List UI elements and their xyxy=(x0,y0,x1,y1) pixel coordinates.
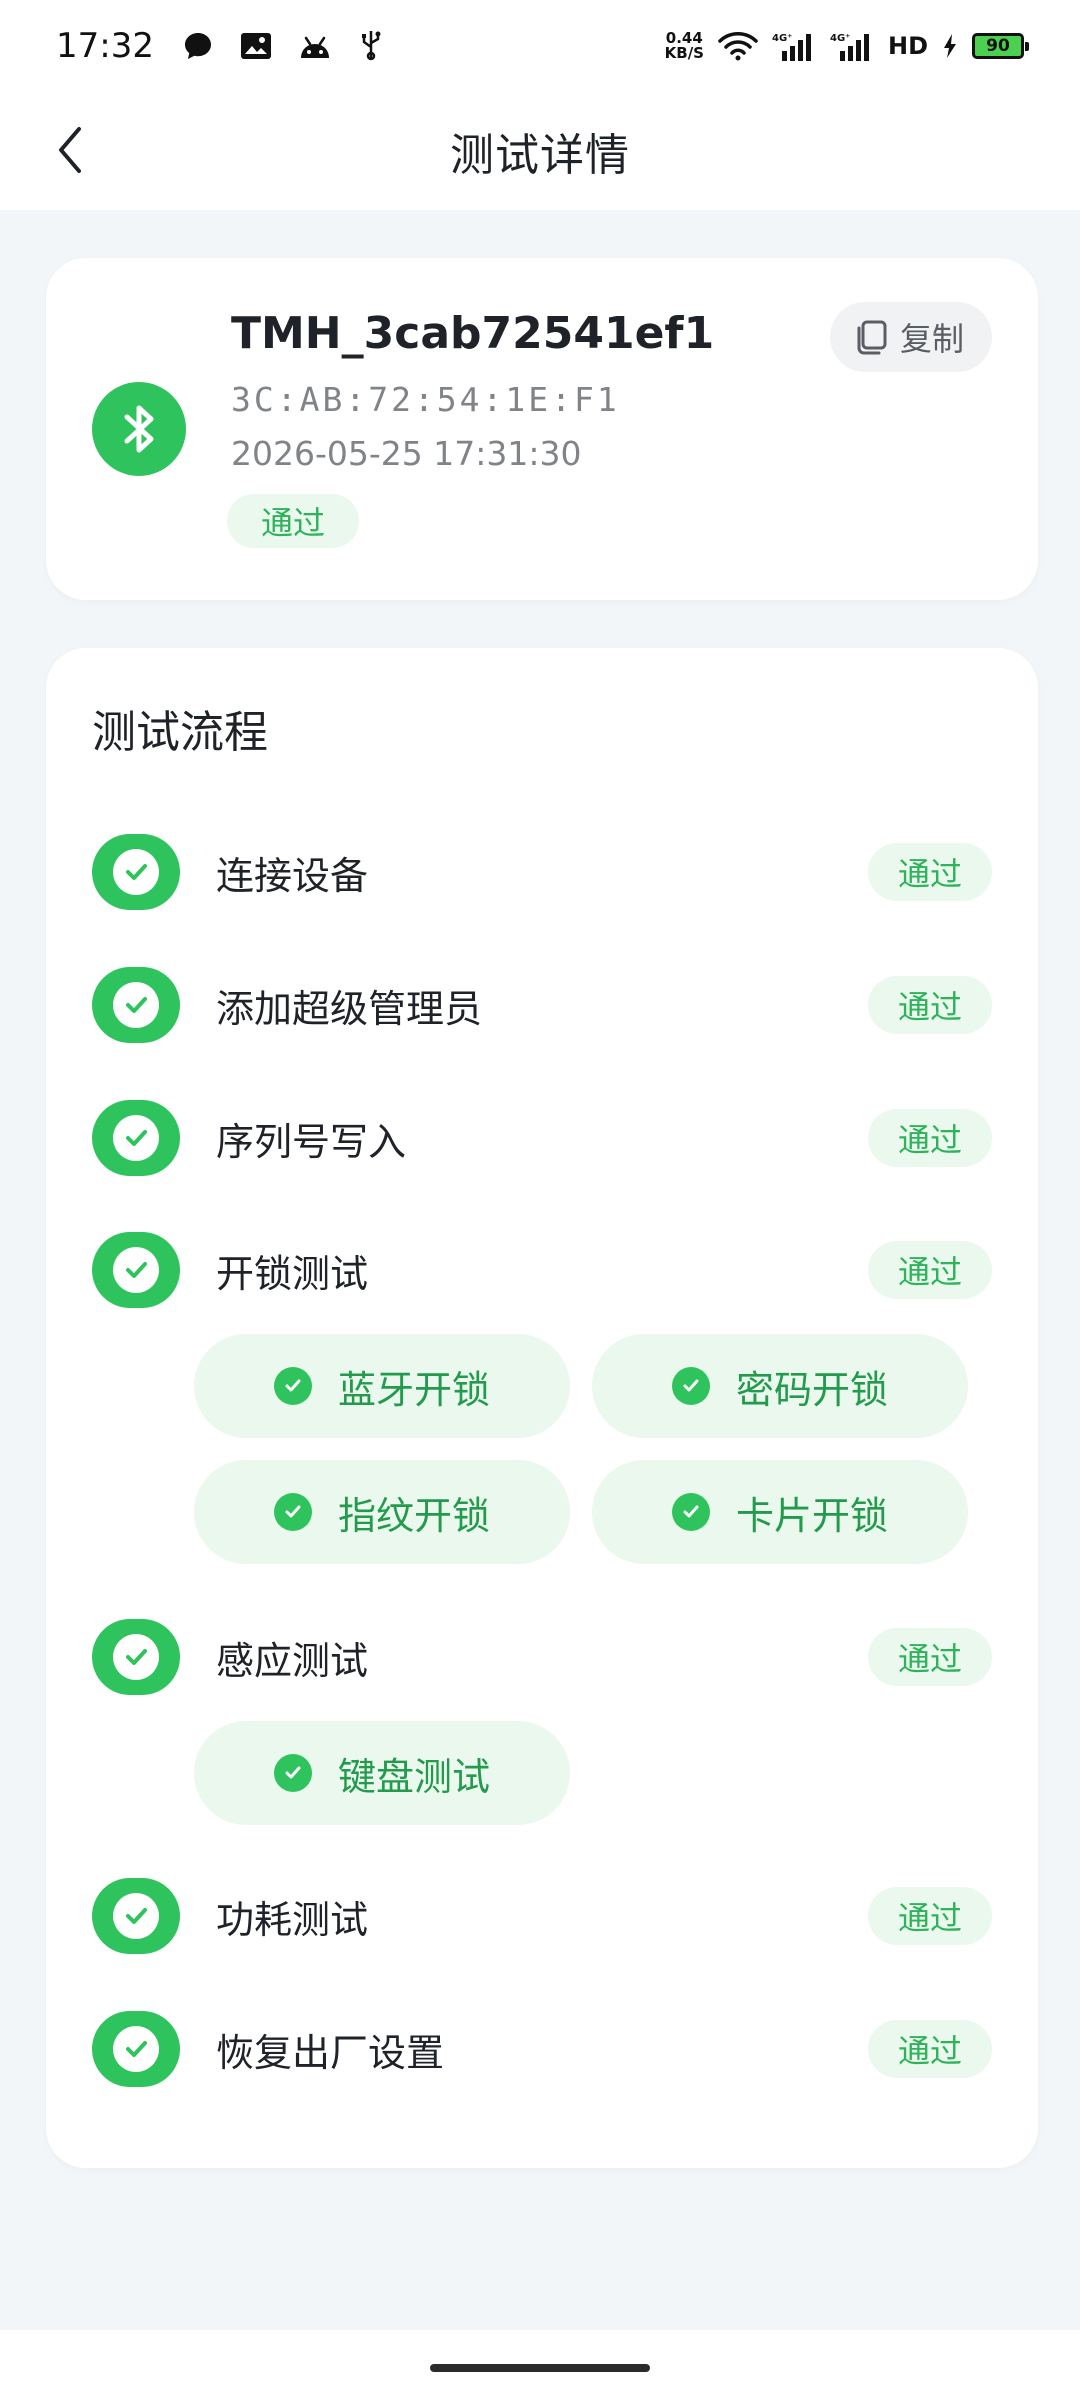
check-circle-icon xyxy=(671,1367,710,1405)
copy-label: 复制 xyxy=(899,320,964,358)
step-row: 功耗测试 通过 xyxy=(92,1876,992,1956)
step-status-badge: 通过 xyxy=(867,976,992,1034)
bluetooth-badge xyxy=(92,382,186,476)
device-mac: 3C:AB:72:54:1E:F1 xyxy=(231,380,620,419)
signal-icon: 4G⁺ xyxy=(772,33,811,61)
check-circle-icon xyxy=(92,1232,180,1308)
step-label: 功耗测试 xyxy=(216,1897,369,1942)
usb-icon xyxy=(361,31,381,61)
check-circle-icon xyxy=(273,1367,312,1405)
svg-text:4G⁺: 4G⁺ xyxy=(830,33,850,44)
android-icon xyxy=(300,36,329,58)
step-status-badge: 通过 xyxy=(867,1887,992,1945)
subtest-chip: 卡片开锁 xyxy=(592,1460,968,1564)
wifi-icon xyxy=(718,32,758,61)
hd-indicator: HD xyxy=(887,32,928,60)
device-timestamp: 2026-05-25 17:31:30 xyxy=(231,434,582,473)
step-row: 恢复出厂设置 通过 xyxy=(92,2009,992,2089)
step-label: 恢复出厂设置 xyxy=(216,2030,445,2075)
step-status-badge: 通过 xyxy=(867,2020,992,2078)
check-circle-icon xyxy=(671,1493,710,1531)
subtest-label: 键盘测试 xyxy=(337,1754,490,1799)
flow-title: 测试流程 xyxy=(92,707,268,758)
back-button[interactable] xyxy=(40,120,100,180)
chevron-left-icon xyxy=(59,127,81,173)
step-row: 开锁测试 通过 xyxy=(92,1230,992,1310)
subtest-chip: 密码开锁 xyxy=(592,1334,968,1438)
home-indicator[interactable] xyxy=(430,2364,650,2372)
subtest-label: 蓝牙开锁 xyxy=(337,1367,490,1412)
step-row: 添加超级管理员 通过 xyxy=(92,965,992,1045)
subtest-label: 指纹开锁 xyxy=(337,1493,490,1538)
subtest-chip: 键盘测试 xyxy=(194,1721,570,1825)
svg-text:4G⁺: 4G⁺ xyxy=(772,33,792,44)
subtest-chip: 蓝牙开锁 xyxy=(194,1334,570,1438)
check-circle-icon xyxy=(92,1100,180,1176)
step-label: 连接设备 xyxy=(216,853,369,898)
check-circle-icon xyxy=(273,1493,312,1531)
chat-bubble-icon xyxy=(184,33,211,59)
check-circle-icon xyxy=(92,967,180,1043)
step-label: 开锁测试 xyxy=(216,1251,369,1296)
subtest-chip: 指纹开锁 xyxy=(194,1460,570,1564)
status-notification-icons xyxy=(182,29,384,63)
step-status-badge: 通过 xyxy=(867,1109,992,1167)
check-circle-icon xyxy=(273,1754,312,1792)
device-name: TMH_3cab72541ef1 xyxy=(231,308,715,359)
battery-level: 90 xyxy=(986,36,1010,56)
check-circle-icon xyxy=(92,2011,180,2087)
image-icon xyxy=(240,33,271,59)
step-row: 连接设备 通过 xyxy=(92,832,992,912)
step-row: 序列号写入 通过 xyxy=(92,1098,992,1178)
step-status-badge: 通过 xyxy=(867,1628,992,1686)
step-status-badge: 通过 xyxy=(867,1241,992,1299)
network-speed: 0.44 KB/S xyxy=(664,29,704,62)
step-status-badge: 通过 xyxy=(867,843,992,901)
nav-bar: 测试详情 xyxy=(0,92,1080,210)
subtest-label: 密码开锁 xyxy=(735,1367,888,1412)
charging-icon xyxy=(944,34,956,58)
step-label: 序列号写入 xyxy=(216,1119,407,1164)
status-system-icons: 0.44 KB/S 4G⁺ 4G⁺ HD 90 xyxy=(664,29,1029,62)
device-status-badge: 通过 xyxy=(227,494,360,548)
copy-button[interactable]: 复制 xyxy=(829,302,992,372)
gesture-bar xyxy=(0,2330,1080,2400)
test-flow-card: 测试流程 连接设备 通过 添加超级管理员 通过 序列号写入 通过 开锁测试 通过… xyxy=(46,648,1038,2168)
check-circle-icon xyxy=(92,834,180,910)
step-label: 添加超级管理员 xyxy=(216,986,483,1031)
device-card: TMH_3cab72541ef1 3C:AB:72:54:1E:F1 2026-… xyxy=(46,258,1038,600)
step-label: 感应测试 xyxy=(216,1638,369,1683)
signal-icon-2: 4G⁺ xyxy=(830,33,869,61)
bluetooth-icon xyxy=(124,405,154,453)
battery-icon: 90 xyxy=(972,33,1029,59)
status-bar: 17:32 0.44 KB/S 4G⁺ 4G⁺ HD 90 xyxy=(0,0,1080,92)
step-row: 感应测试 通过 xyxy=(92,1617,992,1697)
page-title: 测试详情 xyxy=(450,130,630,181)
status-time: 17:32 xyxy=(56,26,154,66)
subtest-label: 卡片开锁 xyxy=(735,1493,888,1538)
check-circle-icon xyxy=(92,1619,180,1695)
check-circle-icon xyxy=(92,1878,180,1954)
copy-icon xyxy=(857,320,887,355)
